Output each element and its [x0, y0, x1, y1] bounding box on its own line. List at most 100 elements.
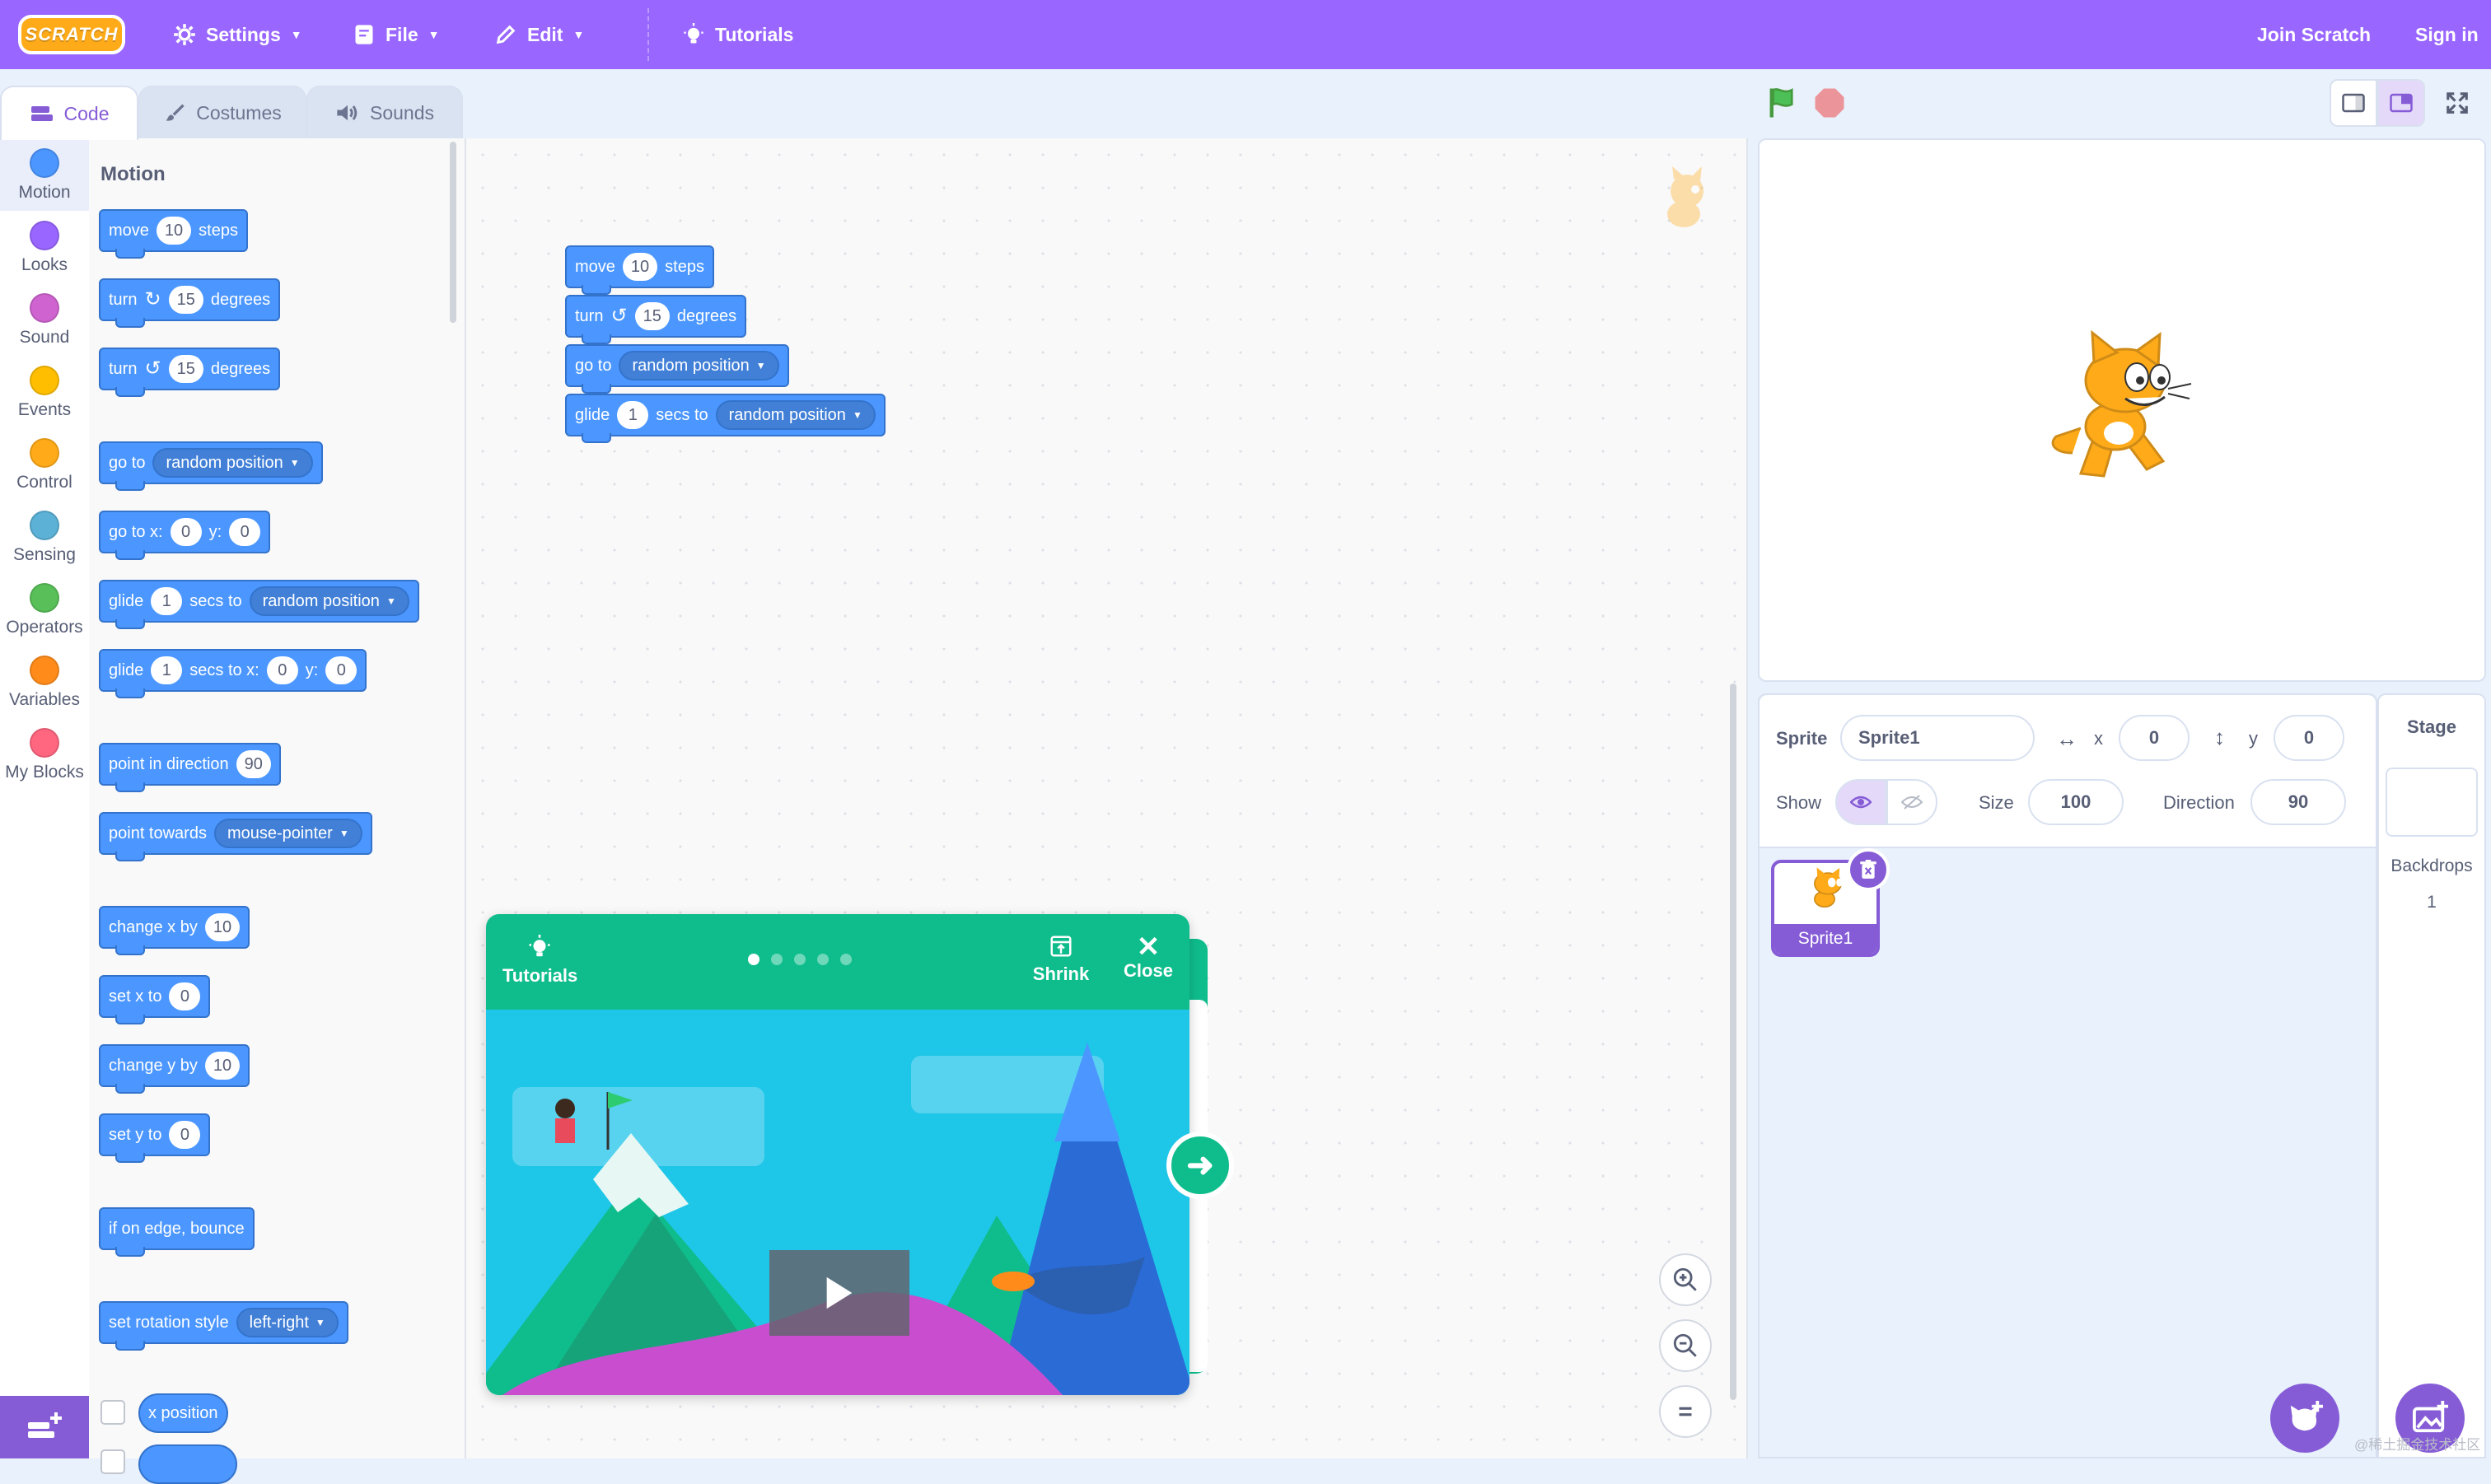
fullscreen-button[interactable]	[2433, 79, 2481, 127]
block-point-direction[interactable]: point in direction 90	[99, 743, 281, 792]
step-dot[interactable]	[840, 954, 852, 965]
block-x-position[interactable]: x position	[138, 1393, 228, 1433]
step-dot[interactable]	[771, 954, 783, 965]
category-sensing[interactable]: Sensing	[0, 501, 89, 573]
cat-sprite[interactable]	[2040, 329, 2196, 486]
size-input[interactable]: 100	[2028, 779, 2124, 825]
stop-icon[interactable]	[1812, 86, 1847, 120]
scratch-logo[interactable]: SCRATCH	[18, 15, 125, 54]
zoom-reset-button[interactable]	[1659, 1385, 1712, 1438]
target-dropdown[interactable]: random position ▼	[619, 351, 779, 380]
secs-input[interactable]: 1	[617, 401, 649, 429]
target-dropdown[interactable]: random position ▼	[715, 400, 876, 430]
script-move-steps[interactable]: move 10 steps	[565, 245, 714, 295]
value-input[interactable]: 10	[204, 913, 241, 941]
stage-canvas[interactable]	[1758, 138, 2486, 682]
target-dropdown[interactable]: mouse-pointer ▼	[213, 819, 362, 848]
x-input[interactable]: 0	[170, 518, 202, 546]
direction-input[interactable]: 90	[236, 750, 271, 778]
block-go-to[interactable]: go to random position ▼	[99, 441, 323, 491]
tab-sounds[interactable]: Sounds	[306, 86, 463, 138]
normal-stage-button[interactable]	[2377, 79, 2425, 127]
step-dot[interactable]	[794, 954, 806, 965]
show-visible-button[interactable]	[1835, 779, 1886, 825]
delete-sprite-button[interactable]	[1847, 848, 1890, 891]
block-bounce[interactable]: if on edge, bounce	[99, 1207, 255, 1257]
value-input[interactable]: 0	[169, 982, 201, 1010]
secs-input[interactable]: 1	[151, 656, 183, 684]
direction-input[interactable]: 90	[2250, 779, 2346, 825]
block-change-x[interactable]: change x by 10	[99, 906, 250, 955]
category-operators[interactable]: Operators	[0, 573, 89, 646]
value-input[interactable]: 0	[169, 1121, 201, 1149]
y-position-checkbox[interactable]	[100, 1449, 125, 1474]
category-events[interactable]: Events	[0, 356, 89, 428]
settings-menu[interactable]: Settings ▼	[173, 0, 302, 69]
secs-input[interactable]: 1	[151, 587, 183, 615]
y-input[interactable]: 0	[229, 518, 261, 546]
block-y-position[interactable]	[138, 1444, 237, 1484]
sprite-name-input[interactable]: Sprite1	[1840, 715, 2035, 761]
degrees-input[interactable]: 15	[634, 302, 670, 330]
steps-input[interactable]: 10	[622, 253, 658, 281]
file-menu[interactable]: File ▼	[353, 0, 439, 69]
choose-sprite-button[interactable]	[2270, 1384, 2339, 1453]
tutorials-menu[interactable]: Tutorials	[682, 0, 793, 69]
next-step-button[interactable]: ➜	[1166, 1132, 1234, 1199]
category-my-blocks[interactable]: My Blocks	[0, 718, 89, 791]
tutorials-card-button[interactable]: Tutorials	[502, 934, 577, 987]
sign-in-link[interactable]: Sign in	[2415, 0, 2479, 69]
target-dropdown[interactable]: random position ▼	[249, 586, 409, 616]
step-dot[interactable]	[817, 954, 829, 965]
block-point-towards[interactable]: point towards mouse-pointer ▼	[99, 812, 372, 861]
zoom-in-button[interactable]	[1659, 1253, 1712, 1306]
category-variables[interactable]: Variables	[0, 646, 89, 718]
block-move-steps[interactable]: move 10 steps	[99, 209, 248, 259]
category-sound[interactable]: Sound	[0, 283, 89, 356]
shrink-button[interactable]: Shrink	[1026, 934, 1096, 985]
degrees-input[interactable]: 15	[168, 355, 203, 383]
green-flag-icon[interactable]	[1764, 86, 1799, 120]
steps-input[interactable]: 10	[156, 217, 192, 245]
style-dropdown[interactable]: left-right ▼	[236, 1308, 339, 1337]
palette-scrollbar[interactable]	[450, 142, 456, 323]
block-change-y[interactable]: change y by 10	[99, 1044, 250, 1094]
script-turn-left[interactable]: turn ↺ 15 degrees	[565, 295, 747, 344]
x-position-checkbox[interactable]	[100, 1400, 125, 1425]
script-scrollbar[interactable]	[1730, 684, 1736, 1400]
join-scratch-link[interactable]: Join Scratch	[2257, 0, 2371, 69]
script-glide-to[interactable]: glide 1 secs to random position ▼	[565, 394, 886, 443]
script-go-to[interactable]: go to random position ▼	[565, 344, 789, 394]
small-stage-button[interactable]	[2330, 79, 2377, 127]
y-input[interactable]: 0	[2274, 715, 2344, 761]
y-input[interactable]: 0	[325, 656, 358, 684]
backdrop-thumbnail[interactable]	[2386, 768, 2478, 837]
edit-menu[interactable]: Edit ▼	[494, 0, 584, 69]
category-motion[interactable]: Motion	[0, 138, 89, 211]
play-button[interactable]	[769, 1250, 909, 1336]
value-input[interactable]: 10	[204, 1052, 241, 1080]
block-turn-left[interactable]: turn ↺ 15 degrees	[99, 348, 281, 397]
x-input[interactable]: 0	[2119, 715, 2190, 761]
zoom-out-button[interactable]	[1659, 1319, 1712, 1372]
target-dropdown[interactable]: random position ▼	[152, 448, 313, 478]
degrees-input[interactable]: 15	[168, 286, 203, 314]
x-input[interactable]: 0	[266, 656, 298, 684]
close-button[interactable]: ✕ Close	[1115, 933, 1181, 982]
tab-costumes[interactable]: Costumes	[138, 86, 306, 138]
tutorial-video-thumbnail[interactable]	[486, 1010, 1189, 1395]
block-set-x[interactable]: set x to 0	[99, 975, 211, 1024]
add-extension-button[interactable]	[0, 1396, 89, 1458]
stage-selector[interactable]: Stage Backdrops 1	[2377, 693, 2486, 1458]
block-go-to-xy[interactable]: go to x: 0 y: 0	[99, 511, 271, 560]
block-glide-xy[interactable]: glide 1 secs to x: 0 y: 0	[99, 649, 367, 698]
category-looks[interactable]: Looks	[0, 211, 89, 283]
block-glide-to[interactable]: glide 1 secs to random position ▼	[99, 580, 419, 629]
category-control[interactable]: Control	[0, 428, 89, 501]
block-turn-right[interactable]: turn ↻ 15 degrees	[99, 278, 281, 328]
block-set-y[interactable]: set y to 0	[99, 1113, 211, 1163]
step-dot-active[interactable]	[748, 954, 759, 965]
show-hidden-button[interactable]	[1886, 779, 1937, 825]
block-rotation-style[interactable]: set rotation style left-right ▼	[99, 1301, 348, 1351]
tab-code[interactable]: Code	[0, 86, 138, 140]
